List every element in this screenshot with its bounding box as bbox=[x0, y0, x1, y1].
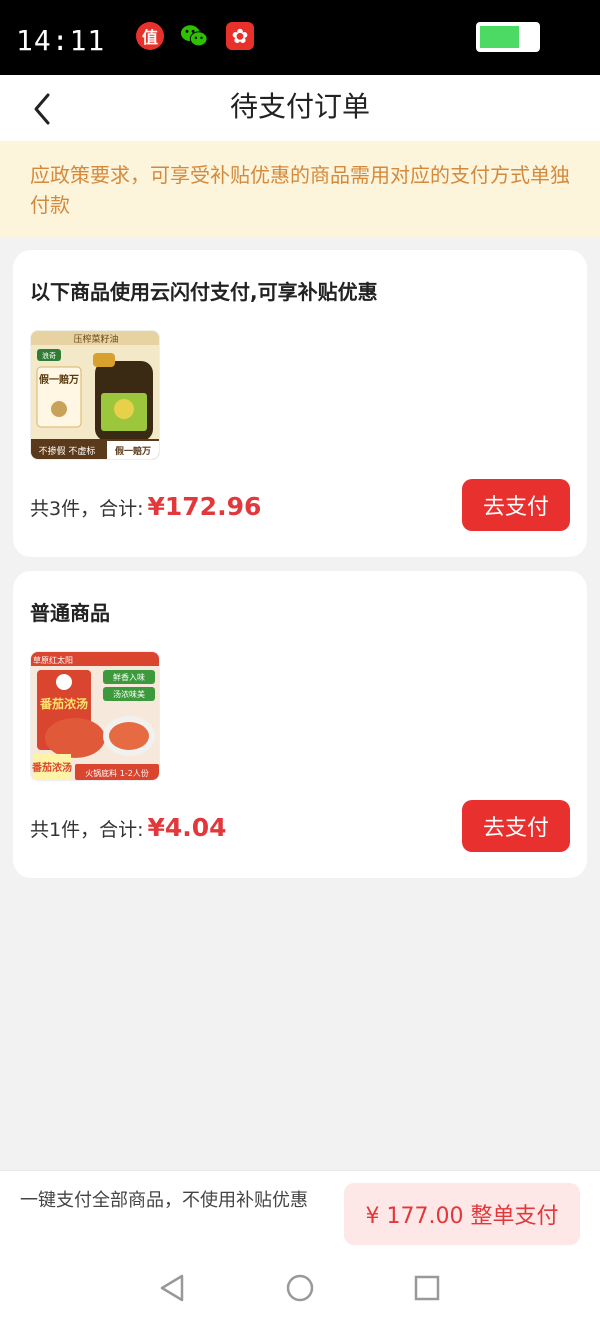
order-summary: 共1件，合计: ¥4.04 bbox=[30, 813, 227, 842]
order-card-title: 普通商品 bbox=[30, 601, 110, 625]
product-caption: 番茄浓汤 bbox=[31, 761, 72, 774]
pay-button[interactable]: 去支付 bbox=[462, 800, 570, 852]
product-tag: 火锅底料 1-2人份 bbox=[85, 768, 149, 778]
recents-square-icon[interactable] bbox=[410, 1271, 444, 1305]
order-card-regular: 普通商品 草原红太阳 番茄浓汤 鲜香入味 汤浓味美 番茄浓汤 火锅底料 1-2人… bbox=[13, 571, 587, 878]
status-bar: 14:11 值 ✿ bbox=[0, 0, 600, 75]
bottom-note: 一键支付全部商品，不使用补贴优惠 bbox=[20, 1190, 308, 1211]
page-title: 待支付订单 bbox=[229, 90, 370, 123]
whole-order-pay-button[interactable]: ¥ 177.00 整单支付 bbox=[344, 1183, 580, 1245]
order-card-subsidy: 以下商品使用云闪付支付,可享补贴优惠 压榨菜籽油 浪奇 假一赔万 不掺假 不虚标… bbox=[13, 250, 587, 557]
product-bottom-tags: 不掺假 不虚标 bbox=[39, 445, 96, 457]
order-price: ¥172.96 bbox=[147, 492, 262, 521]
order-count-label: 共3件，合计: bbox=[30, 498, 144, 520]
wechat-icon bbox=[180, 22, 208, 50]
shop-app-icon: ✿ bbox=[226, 22, 254, 50]
product-image-tomato-soup[interactable]: 草原红太阳 番茄浓汤 鲜香入味 汤浓味美 番茄浓汤 火锅底料 1-2人份 bbox=[30, 651, 160, 781]
product-name: 番茄浓汤 bbox=[39, 696, 88, 711]
battery-icon bbox=[476, 22, 540, 52]
product-brand: 草原红太阳 bbox=[33, 655, 73, 665]
order-card-title: 以下商品使用云闪付支付,可享补贴优惠 bbox=[30, 280, 378, 304]
order-price: ¥4.04 bbox=[147, 813, 227, 842]
nav-bar: 待支付订单 bbox=[0, 75, 600, 141]
zhi-app-icon: 值 bbox=[136, 22, 164, 50]
product-bottom-promo: 假一赔万 bbox=[115, 445, 151, 457]
product-promo: 假一赔万 bbox=[39, 373, 79, 386]
policy-notice: 应政策要求，可享受补贴优惠的商品需用对应的支付方式单独付款 bbox=[0, 141, 600, 237]
product-badge-2: 汤浓味美 bbox=[113, 689, 145, 699]
product-brand-badge: 浪奇 bbox=[42, 351, 56, 360]
back-triangle-icon[interactable] bbox=[156, 1271, 190, 1305]
product-image-rapeseed-oil[interactable]: 压榨菜籽油 浪奇 假一赔万 不掺假 不虚标 假一赔万 bbox=[30, 330, 160, 460]
order-count-label: 共1件，合计: bbox=[30, 819, 144, 841]
product-tagline: 压榨菜籽油 bbox=[73, 333, 118, 345]
system-nav-bar bbox=[0, 1256, 600, 1320]
home-circle-icon[interactable] bbox=[283, 1271, 317, 1305]
bottom-bar: 一键支付全部商品，不使用补贴优惠 ¥ 177.00 整单支付 bbox=[0, 1170, 600, 1256]
pay-button[interactable]: 去支付 bbox=[462, 479, 570, 531]
status-time: 14:11 bbox=[16, 24, 106, 57]
battery-level bbox=[480, 26, 519, 48]
product-badge-1: 鲜香入味 bbox=[113, 672, 145, 682]
order-summary: 共3件，合计: ¥172.96 bbox=[30, 492, 261, 521]
